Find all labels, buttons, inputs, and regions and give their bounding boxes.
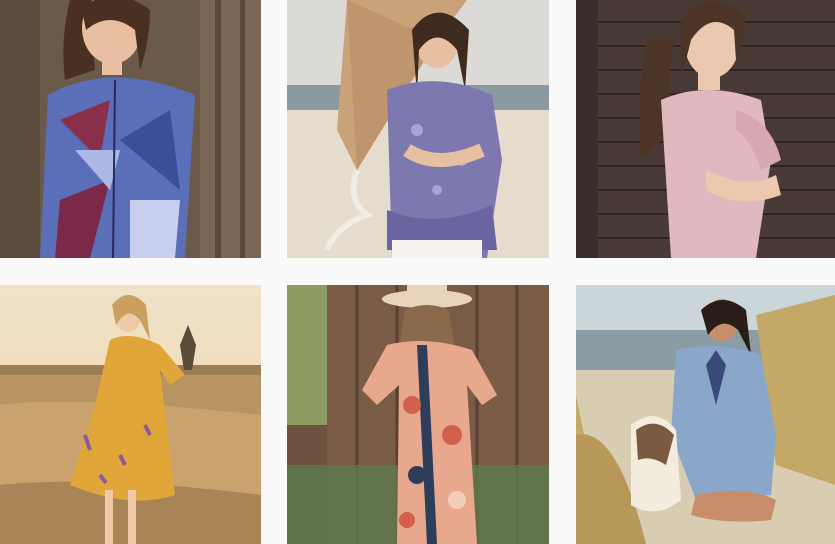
post-image-pink-top [576,0,835,258]
post-thumbnail-4[interactable] [0,285,261,544]
post-thumbnail-2[interactable] [287,0,549,258]
post-thumbnail-3[interactable] [576,0,835,258]
post-thumbnail-6[interactable] [576,285,835,544]
post-image-blue-tunic [576,285,835,544]
photo-grid [0,0,835,544]
post-image-patchwork-blouse [0,0,261,258]
post-thumbnail-5[interactable] [287,285,549,544]
post-image-floral-dress [287,285,549,544]
post-image-beach-kite [287,0,549,258]
post-thumbnail-1[interactable] [0,0,261,258]
post-image-yellow-dress [0,285,261,544]
